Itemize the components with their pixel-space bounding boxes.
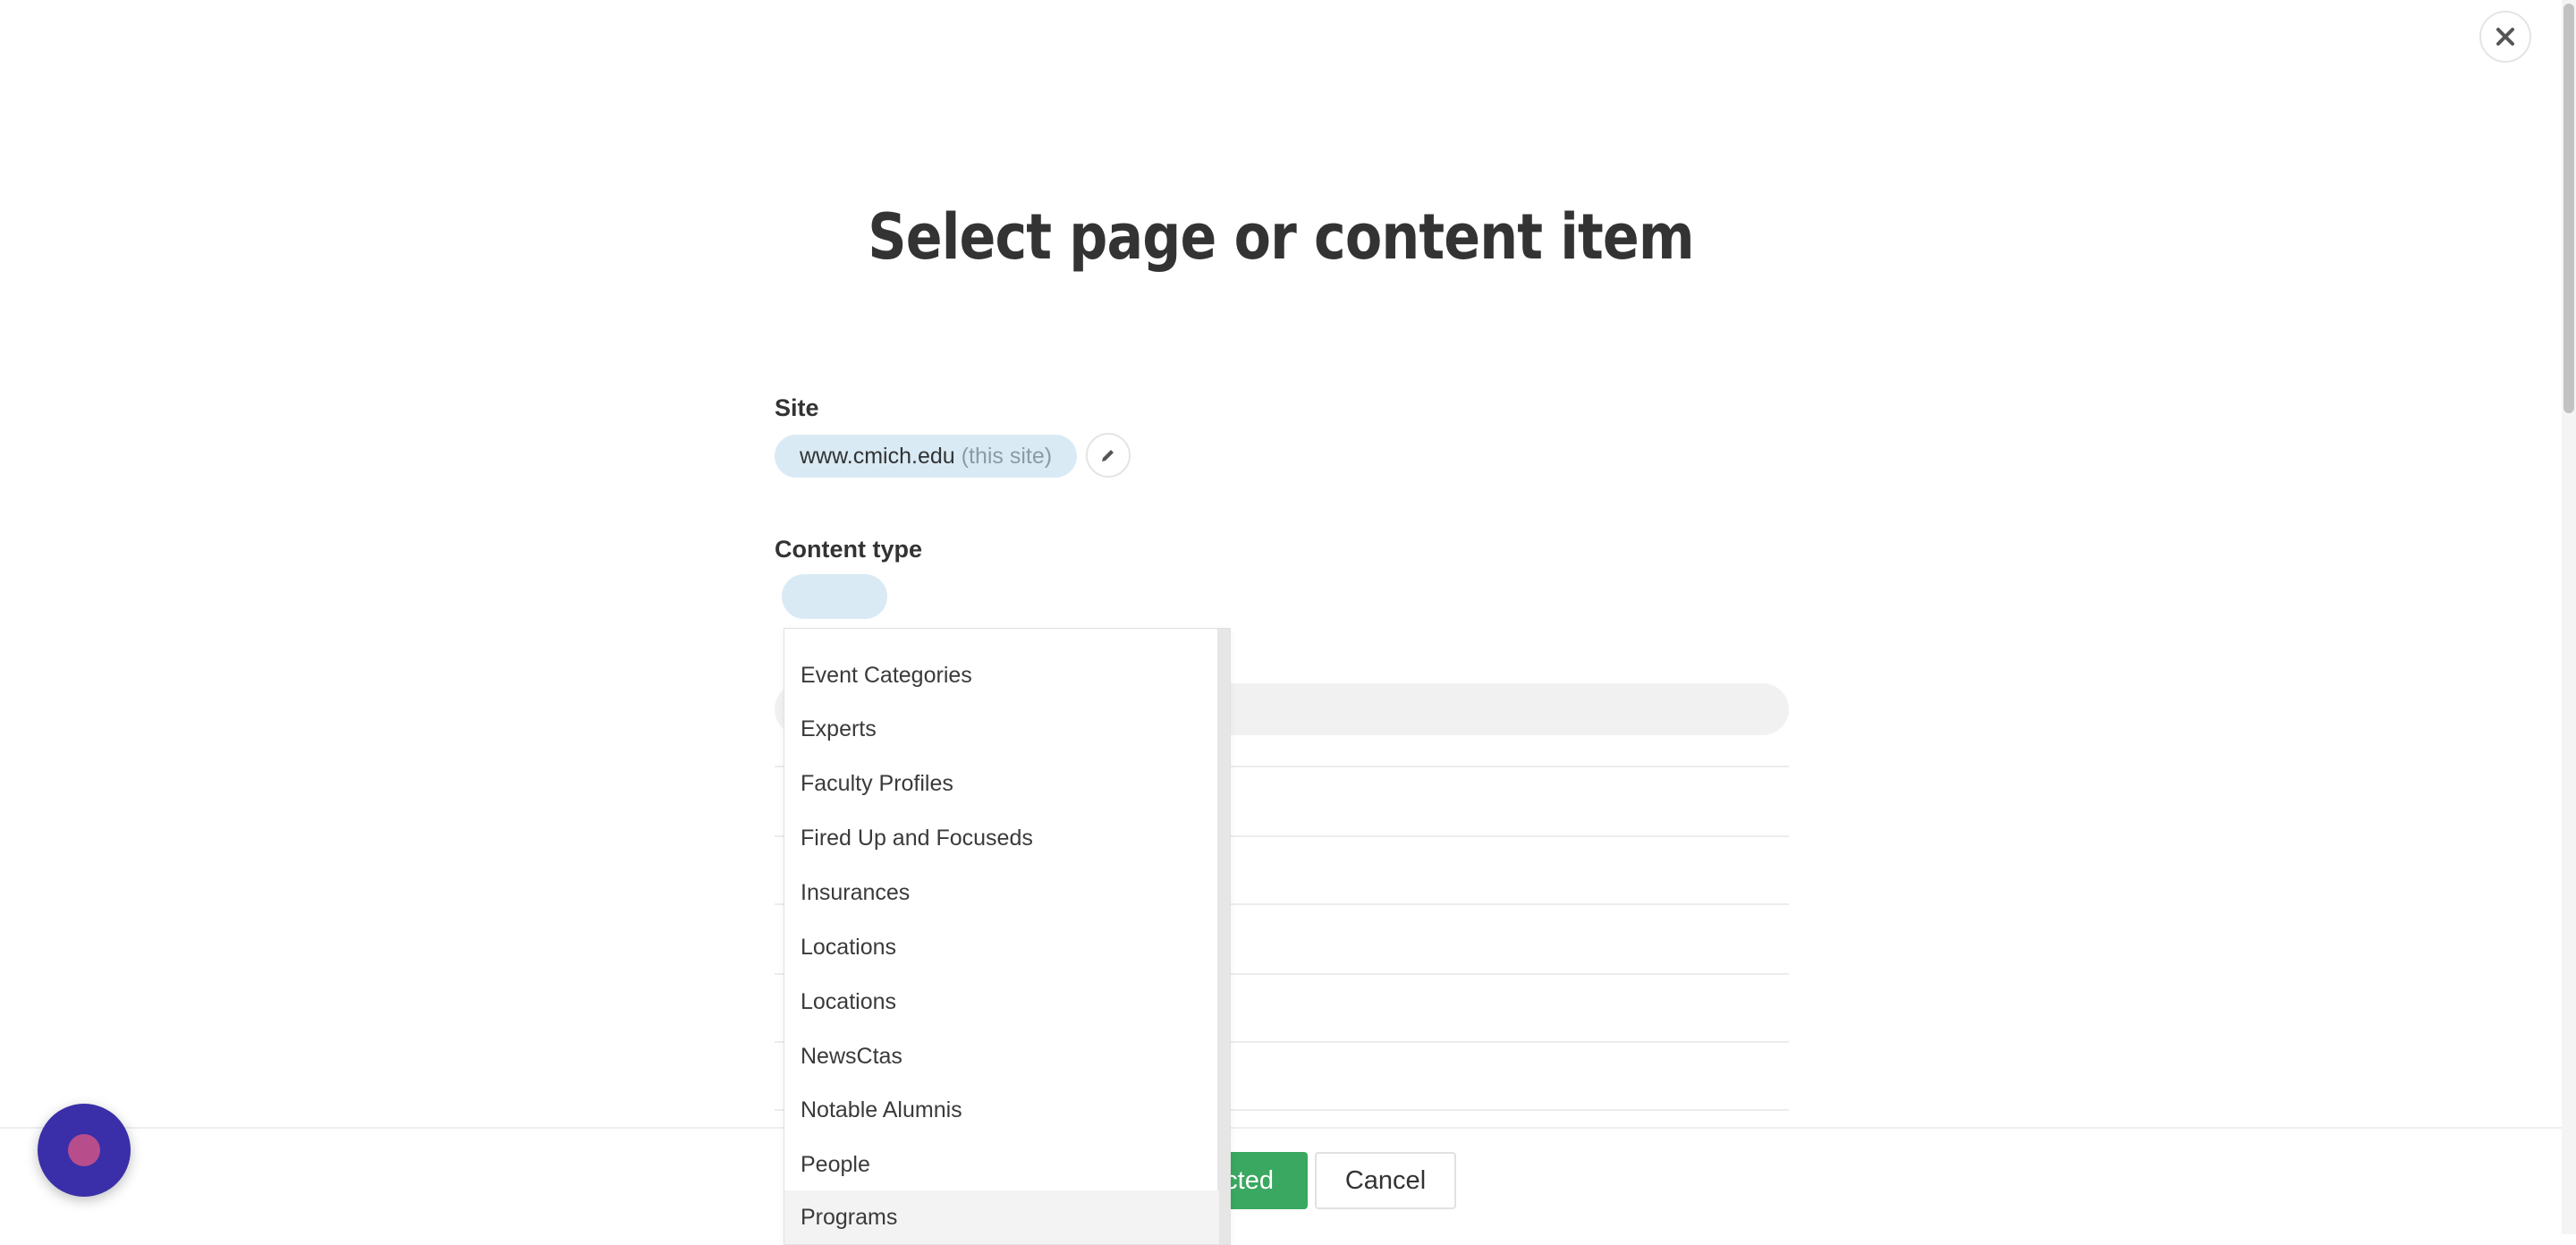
- close-button[interactable]: [2479, 11, 2531, 63]
- dropdown-option[interactable]: Faculty Profiles: [784, 757, 1219, 810]
- site-suffix: (this site): [961, 443, 1053, 469]
- site-label: Site: [775, 394, 819, 421]
- content-type-selector[interactable]: [782, 574, 887, 619]
- pencil-icon: [1102, 450, 1114, 462]
- page-scrollbar-thumb[interactable]: [2563, 4, 2574, 413]
- chat-launcher-button[interactable]: [38, 1104, 131, 1197]
- dropdown-option[interactable]: Notable Alumnis: [784, 1083, 1219, 1137]
- footer-divider: [0, 1127, 2562, 1129]
- dropdown-option-hovered[interactable]: Programs: [784, 1190, 1219, 1244]
- content-type-label: Content type: [775, 536, 922, 563]
- dropdown-option[interactable]: Locations: [784, 920, 1219, 974]
- edit-site-button[interactable]: [1086, 433, 1131, 478]
- dropdown-option[interactable]: Experts: [784, 702, 1219, 756]
- chat-launcher-icon: [68, 1134, 100, 1166]
- dropdown-option[interactable]: NewsCtas: [784, 1029, 1219, 1083]
- dropdown-option[interactable]: Locations: [784, 975, 1219, 1029]
- close-icon: [2496, 28, 2514, 46]
- cancel-button[interactable]: Cancel: [1315, 1152, 1456, 1209]
- dropdown-scrollbar[interactable]: [1217, 629, 1230, 1244]
- dropdown-option[interactable]: Insurances: [784, 866, 1219, 919]
- dropdown-option[interactable]: People: [784, 1138, 1219, 1191]
- dropdown-option[interactable]: Event Categories: [784, 648, 1219, 702]
- dialog-title: Select page or content item: [868, 200, 1694, 274]
- dropdown-option[interactable]: Fired Up and Focuseds: [784, 811, 1219, 865]
- site-selector[interactable]: www.cmich.edu (this site): [775, 435, 1078, 478]
- content-type-dropdown[interactable]: Event Categories Experts Faculty Profile…: [784, 628, 1231, 1245]
- site-value: www.cmich.edu: [800, 443, 955, 469]
